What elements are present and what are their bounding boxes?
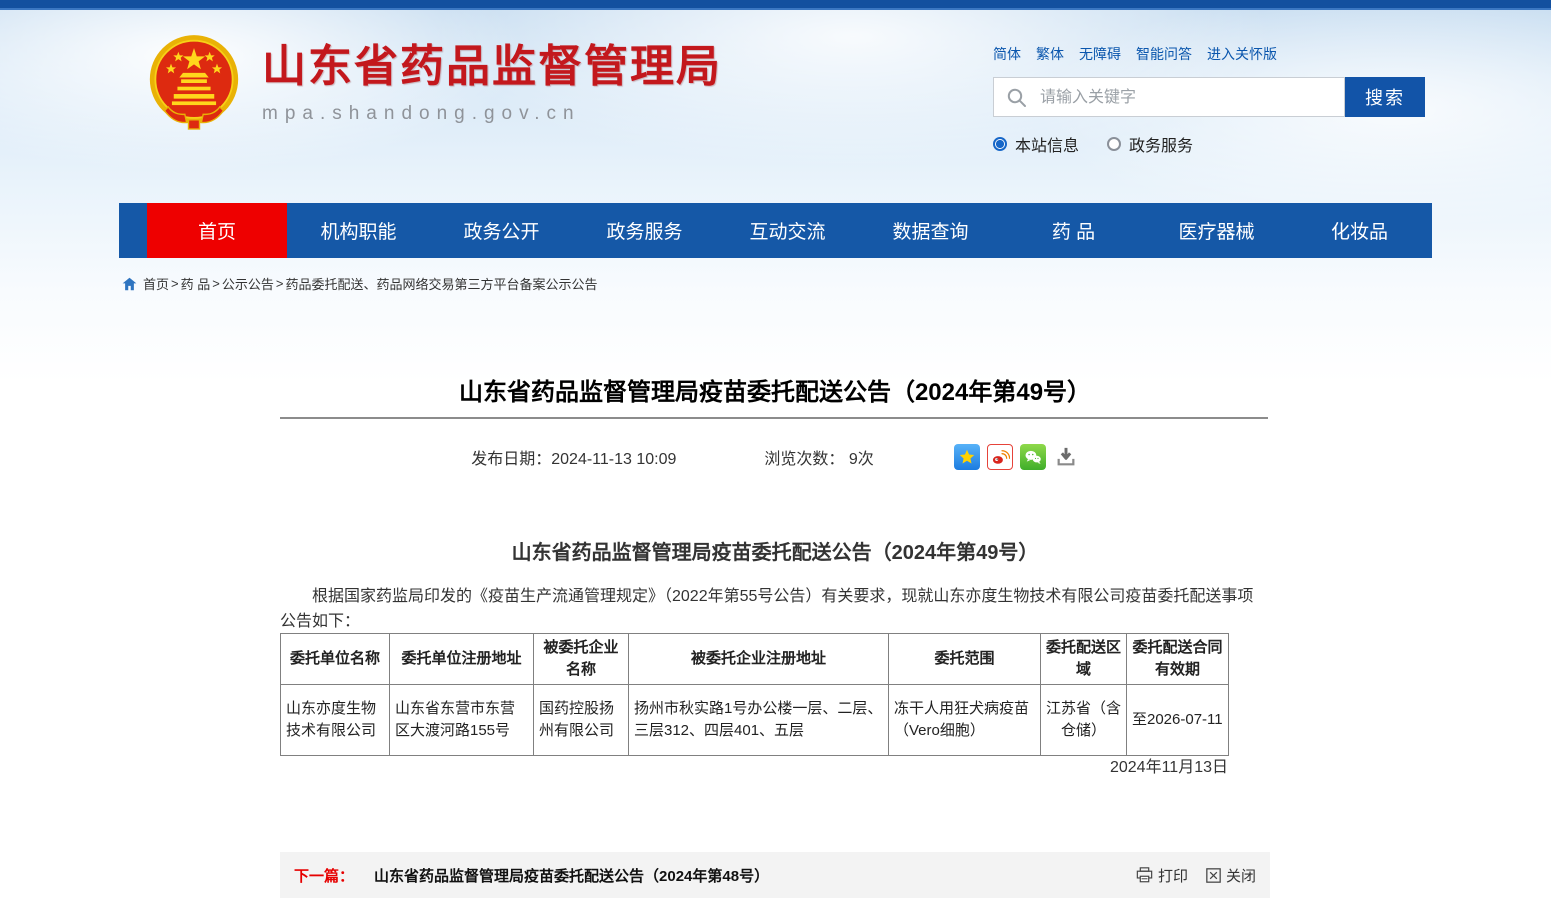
article-meta: 发布日期：2024-11-13 10:09 浏览次数： 9次 — [280, 444, 1270, 470]
breadcrumb-separator: > — [171, 276, 179, 291]
delegation-table: 委托单位名称 委托单位注册地址 被委托企业名称 被委托企业注册地址 委托范围 委… — [280, 633, 1229, 756]
page-title: 山东省药品监督管理局疫苗委托配送公告（2024年第49号） — [280, 372, 1270, 407]
col-scope: 委托范围 — [889, 634, 1041, 685]
wechat-icon[interactable] — [1020, 444, 1046, 470]
publish-date: 发布日期：2024-11-13 10:09 — [471, 445, 676, 469]
qzone-icon[interactable] — [954, 444, 980, 470]
cell-entrusting-address: 山东省东营市东营区大渡河路155号 — [390, 684, 534, 755]
prev-article-link[interactable]: 山东省药品监督管理局疫苗委托配送公告（2024年第48号） — [374, 865, 769, 886]
cell-entrusting-name: 山东亦度生物技术有限公司 — [281, 684, 390, 755]
view-count: 浏览次数： 9次 — [764, 445, 873, 469]
table-header-row: 委托单位名称 委托单位注册地址 被委托企业名称 被委托企业注册地址 委托范围 委… — [281, 634, 1229, 685]
breadcrumb-announcements[interactable]: 公示公告 — [222, 274, 274, 293]
article-content: 山东省药品监督管理局疫苗委托配送公告（2024年第49号） 发布日期：2024-… — [280, 0, 1270, 913]
col-region: 委托配送区域 — [1041, 634, 1127, 685]
sign-date: 2024年11月13日 — [280, 753, 1228, 777]
printer-icon — [1136, 867, 1153, 883]
article-tools: 打印 关闭 — [1136, 865, 1256, 886]
prev-article-label: 下一篇： — [294, 865, 354, 886]
weibo-icon[interactable] — [987, 444, 1013, 470]
title-divider — [280, 417, 1268, 419]
publish-date-label: 发布日期： — [471, 451, 551, 468]
search-button[interactable]: 搜索 — [1345, 77, 1425, 117]
view-count-label: 浏览次数： — [764, 451, 844, 468]
close-button[interactable]: 关闭 — [1206, 865, 1256, 886]
cell-entrusted-address: 扬州市秋实路1号办公楼一层、二层、三层312、四层401、五层 — [629, 684, 889, 755]
breadcrumb-separator: > — [212, 276, 220, 291]
cell-contract-validity: 至2026-07-11 — [1127, 684, 1229, 755]
table-row: 山东亦度生物技术有限公司 山东省东营市东营区大渡河路155号 国药控股扬州有限公… — [281, 684, 1229, 755]
print-button[interactable]: 打印 — [1136, 865, 1188, 886]
col-entrusting-address: 委托单位注册地址 — [390, 634, 534, 685]
col-entrusting-name: 委托单位名称 — [281, 634, 390, 685]
announcement-title: 山东省药品监督管理局疫苗委托配送公告（2024年第49号） — [280, 536, 1270, 565]
view-count-value: 9次 — [849, 451, 874, 468]
national-emblem-icon — [148, 33, 240, 133]
publish-date-value: 2024-11-13 10:09 — [551, 451, 676, 468]
prev-article-bar: 下一篇： 山东省药品监督管理局疫苗委托配送公告（2024年第48号） 打印 — [280, 852, 1270, 898]
col-entrusted-name: 被委托企业名称 — [534, 634, 629, 685]
nav-item-home[interactable]: 首页 — [147, 203, 287, 258]
cell-region: 江苏省（含仓储） — [1041, 684, 1127, 755]
col-contract-validity: 委托配送合同有效期 — [1127, 634, 1229, 685]
share-toolbar — [954, 444, 1079, 470]
breadcrumb-drugs[interactable]: 药 品 — [181, 274, 211, 293]
print-label: 打印 — [1158, 865, 1188, 886]
col-entrusted-address: 被委托企业注册地址 — [629, 634, 889, 685]
cell-entrusted-name: 国药控股扬州有限公司 — [534, 684, 629, 755]
close-icon — [1206, 868, 1221, 883]
prev-article: 下一篇： 山东省药品监督管理局疫苗委托配送公告（2024年第48号） — [294, 865, 769, 886]
breadcrumb-home[interactable]: 首页 — [143, 274, 169, 293]
close-label: 关闭 — [1226, 865, 1256, 886]
cell-scope: 冻干人用狂犬病疫苗（Vero细胞） — [889, 684, 1041, 755]
home-icon — [122, 277, 137, 291]
download-icon[interactable] — [1053, 444, 1079, 470]
nav-item-cosmetics[interactable]: 化妆品 — [1288, 203, 1431, 258]
announcement-body: 根据国家药监局印发的《疫苗生产流通管理规定》（2022年第55号公告）有关要求，… — [280, 584, 1260, 634]
